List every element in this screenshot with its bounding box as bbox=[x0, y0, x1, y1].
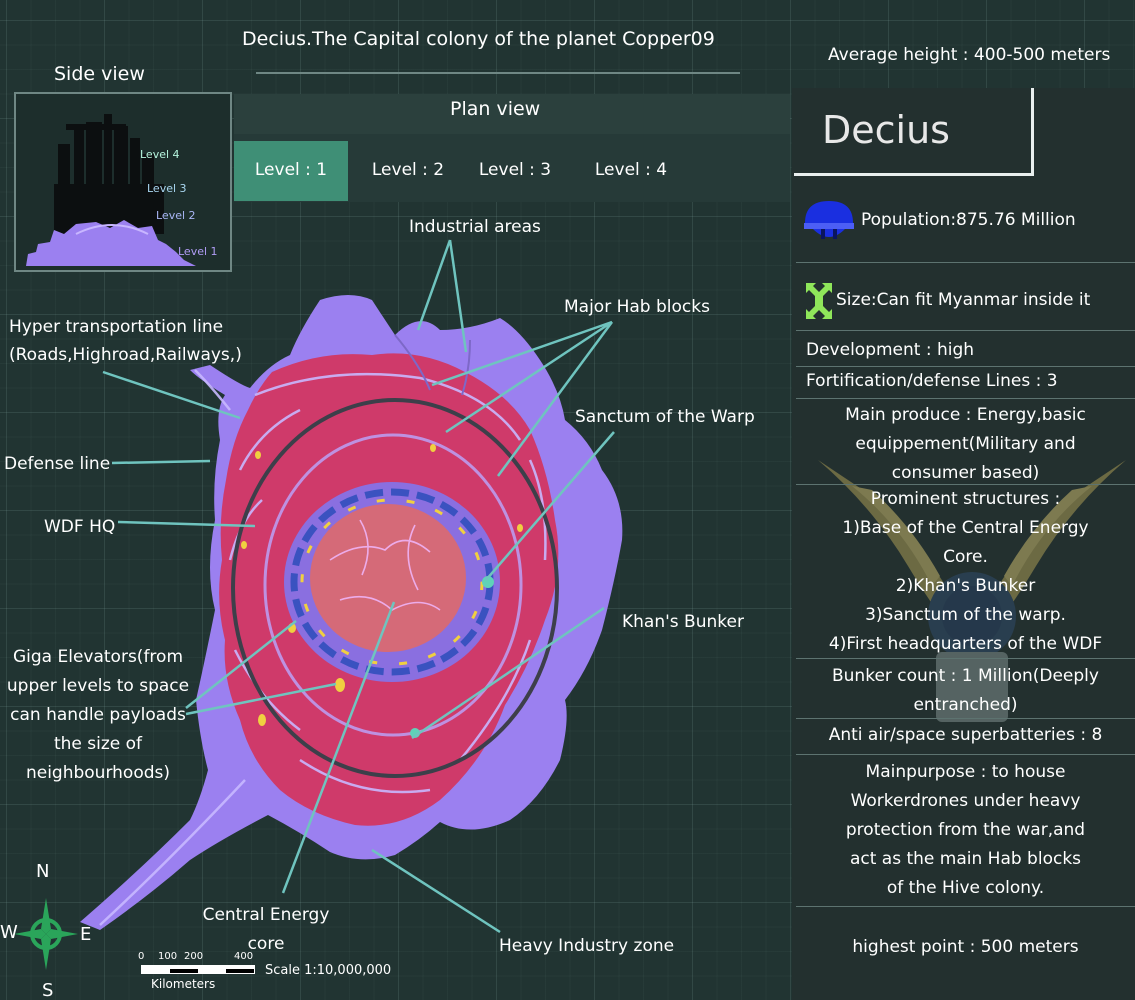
structures-title: Prominent structures : bbox=[870, 489, 1061, 509]
structures-line-5: 4)First headquarters of the WDF bbox=[828, 634, 1103, 654]
compass-north: N bbox=[36, 861, 50, 882]
defense-line-label: Defense line bbox=[4, 454, 111, 474]
central-core-label-1: Central Energy bbox=[202, 905, 330, 925]
development-stat: Development : high bbox=[806, 340, 975, 360]
anti-air-stat: Anti air/space superbatteries : 8 bbox=[828, 725, 1103, 745]
scale-bar bbox=[141, 965, 255, 974]
scale-tick-400: 400 bbox=[234, 951, 254, 962]
purpose-line-3: protection from the war,and bbox=[845, 820, 1086, 840]
info-separator bbox=[796, 718, 1135, 719]
scale-tick-100: 100 bbox=[158, 951, 178, 962]
purpose-line-5: of the Hive colony. bbox=[886, 878, 1045, 898]
khans-bunker-label: Khan's Bunker bbox=[622, 612, 744, 632]
giga-elevators-label-5: neighbourhoods) bbox=[25, 763, 171, 783]
info-separator bbox=[796, 398, 1135, 399]
compass-south: S bbox=[42, 980, 54, 1000]
purpose-line-4: act as the main Hab blocks bbox=[849, 849, 1082, 869]
purpose-line-2: Workerdrones under heavy bbox=[850, 791, 1081, 811]
info-separator bbox=[796, 262, 1135, 263]
produce-line-2: equippement(Military and bbox=[855, 434, 1076, 454]
compass-east: E bbox=[80, 924, 92, 945]
structures-line-2: Core. bbox=[943, 547, 988, 567]
info-separator bbox=[796, 330, 1135, 331]
scale-tick-200: 200 bbox=[184, 951, 204, 962]
hyper-line-label-2: (Roads,Highroad,Railways,) bbox=[9, 345, 242, 365]
structures-line-4: 3)Sanctum of the warp. bbox=[865, 605, 1066, 625]
wdf-hq-label: WDF HQ bbox=[44, 517, 116, 537]
giga-elevators-label-4: the size of bbox=[53, 734, 143, 754]
size-stat: Size:Can fit Myanmar inside it bbox=[836, 290, 1091, 310]
giga-elevators-label-2: upper levels to space bbox=[6, 676, 190, 696]
structures-line-3: 2)Khan's Bunker bbox=[895, 576, 1036, 596]
produce-line-1: Main produce : Energy,basic bbox=[845, 405, 1086, 425]
sanctum-label: Sanctum of the Warp bbox=[575, 407, 755, 427]
central-core-label-2: core bbox=[247, 934, 285, 954]
hyper-line-label-1: Hyper transportation line bbox=[9, 317, 224, 337]
info-separator bbox=[796, 658, 1135, 659]
industrial-areas-label: Industrial areas bbox=[409, 217, 541, 237]
highest-point-stat: highest point : 500 meters bbox=[852, 937, 1079, 957]
info-separator bbox=[796, 906, 1135, 907]
bunker-line-2: entranched) bbox=[913, 695, 1018, 715]
fortification-stat: Fortification/defense Lines : 3 bbox=[806, 371, 1058, 391]
average-height-label: Average height : 400-500 meters bbox=[828, 45, 1111, 65]
city-name: Decius bbox=[822, 108, 950, 152]
giga-elevators-label-3: can handle payloads bbox=[10, 705, 186, 725]
bunker-line-1: Bunker count : 1 Million(Deeply bbox=[832, 666, 1099, 686]
purpose-line-1: Mainpurpose : to house bbox=[865, 762, 1066, 782]
scale-units: Kilometers bbox=[151, 977, 216, 991]
heavy-industry-label: Heavy Industry zone bbox=[499, 936, 675, 956]
scale-tick-0: 0 bbox=[138, 951, 145, 962]
compass-west: W bbox=[0, 922, 18, 943]
scale-ratio: Scale 1:10,000,000 bbox=[265, 963, 392, 978]
structures-line-1: 1)Base of the Central Energy bbox=[842, 518, 1089, 538]
major-hab-blocks-label: Major Hab blocks bbox=[564, 297, 710, 317]
info-separator bbox=[796, 366, 1135, 367]
helmet-icon bbox=[804, 201, 854, 239]
population-stat: Population:875.76 Million bbox=[861, 210, 1076, 230]
giga-elevators-label-1: Giga Elevators(from bbox=[12, 647, 184, 667]
central-energy-core bbox=[310, 504, 466, 652]
city-plan-map bbox=[80, 239, 623, 934]
compass-rose-icon bbox=[14, 898, 78, 970]
size-arrows-icon bbox=[806, 283, 832, 319]
info-separator bbox=[796, 754, 1135, 755]
